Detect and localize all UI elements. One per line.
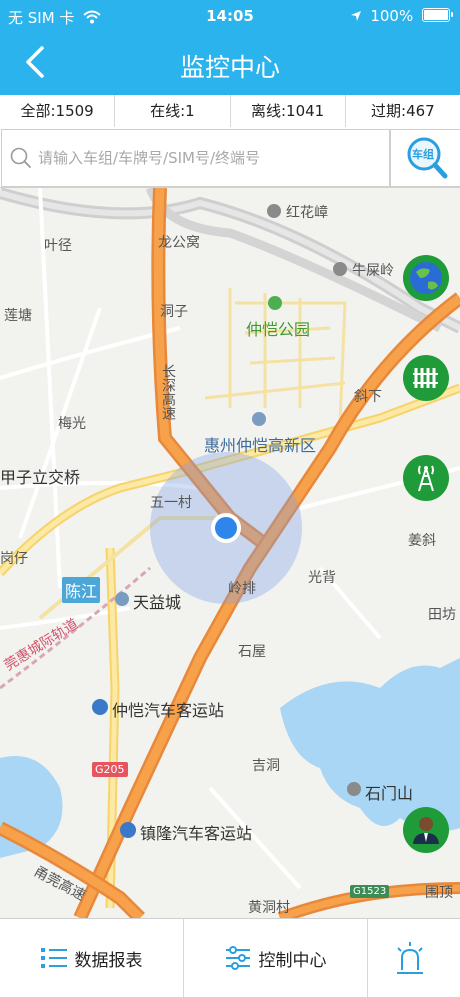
search-bar: 车组 [0,127,460,188]
map-label: 镇隆汽车客运站 [140,824,253,843]
map-label: 叶径 [44,238,72,254]
poi-pin-icon [252,412,266,426]
sliders-icon [225,946,250,970]
signal-tower-icon[interactable] [402,454,450,502]
map-roads [0,188,460,918]
bottom-tab-bar: 数据报表 控制中心 [0,918,460,997]
stat-offline[interactable]: 离线:1041 [231,95,346,127]
tab-data-report-label: 数据报表 [74,950,143,971]
battery-status: 100% [350,7,453,25]
map-label: 仲恺汽车客运站 [112,701,225,720]
battery-percent: 100% [370,7,414,25]
stat-expired[interactable]: 过期:467 [346,95,460,127]
map-label: 天益城 [133,593,182,612]
map-label: 梅光 [58,416,86,432]
map-label: 田坊 [428,607,456,623]
map-label: 甲子立交桥 [0,468,81,487]
vehicle-location-marker[interactable] [211,513,241,543]
tab-control-center-label: 控制中心 [258,950,327,971]
driver-avatar-icon[interactable] [402,806,450,854]
map-label: 五一村 [150,495,192,511]
search-input[interactable] [36,140,380,176]
vehicle-group-button[interactable]: 车组 [390,129,460,187]
map-label: 围顶 [425,885,453,901]
bus-icon [120,822,136,838]
map-label: 石门山 [365,784,414,803]
poi-pin-icon [333,262,347,276]
satellite-layer-globe-icon[interactable] [402,254,450,302]
map-label: 斜下 [354,389,382,405]
map-label: 长深高速 [160,364,176,420]
alarm-button[interactable] [368,919,460,997]
page-title: 监控中心 [179,53,280,82]
map-label: 黄洞村 [248,900,290,916]
poi-pin-icon [267,204,281,218]
poi-pin-icon [115,592,129,606]
map-label: 仲恺公园 [246,320,311,339]
app-header: 无 SIM 卡 14:05 100% 监控中心 [0,0,460,95]
map-label: 惠州仲恺高新区 [204,436,317,455]
highway-shield-g205: G205 [92,762,128,777]
search-box [1,129,390,187]
group-button-label: 车组 [412,148,434,161]
alarm-siren-icon [397,942,423,974]
location-arrow-icon [350,11,361,21]
bus-icon [92,699,108,715]
map-label: 龙公窝 [158,235,200,251]
map-label: 吉洞 [252,758,280,774]
tab-data-report[interactable]: 数据报表 [0,919,184,997]
poi-pin-icon [347,782,361,796]
map-label: 红花嶂 [286,205,328,221]
park-icon [268,296,282,310]
search-icon [10,147,31,168]
highway-shield-g1523: G1523 [350,885,390,898]
map-view[interactable]: 红花嶂 龙公窝 叶径 牛屎岭 莲塘 洞子 仲恺公园 长深高速 斜下 梅光 惠州仲… [0,188,460,918]
map-label: 光背 [308,570,336,586]
vehicle-stats-bar: 全部:1509 在线:1 离线:1041 过期:467 [0,95,460,128]
map-label: 洞子 [160,304,188,320]
stat-all[interactable]: 全部:1509 [0,95,116,127]
map-label: 莲塘 [4,308,32,324]
map-label: 姜斜 [408,533,436,549]
map-label: 石屋 [238,644,266,660]
map-label: 牛屎岭 [352,263,394,279]
map-label-chenjiang: 陈江 [62,577,101,603]
tab-control-center[interactable]: 控制中心 [184,919,368,997]
map-label: 岗仔 [0,551,28,567]
fence-icon[interactable] [402,354,450,402]
status-bar: 无 SIM 卡 14:05 100% [0,0,460,32]
list-icon [40,948,67,968]
battery-icon [422,8,453,22]
stat-online[interactable]: 在线:1 [115,95,231,127]
map-label: 岭排 [228,581,256,597]
